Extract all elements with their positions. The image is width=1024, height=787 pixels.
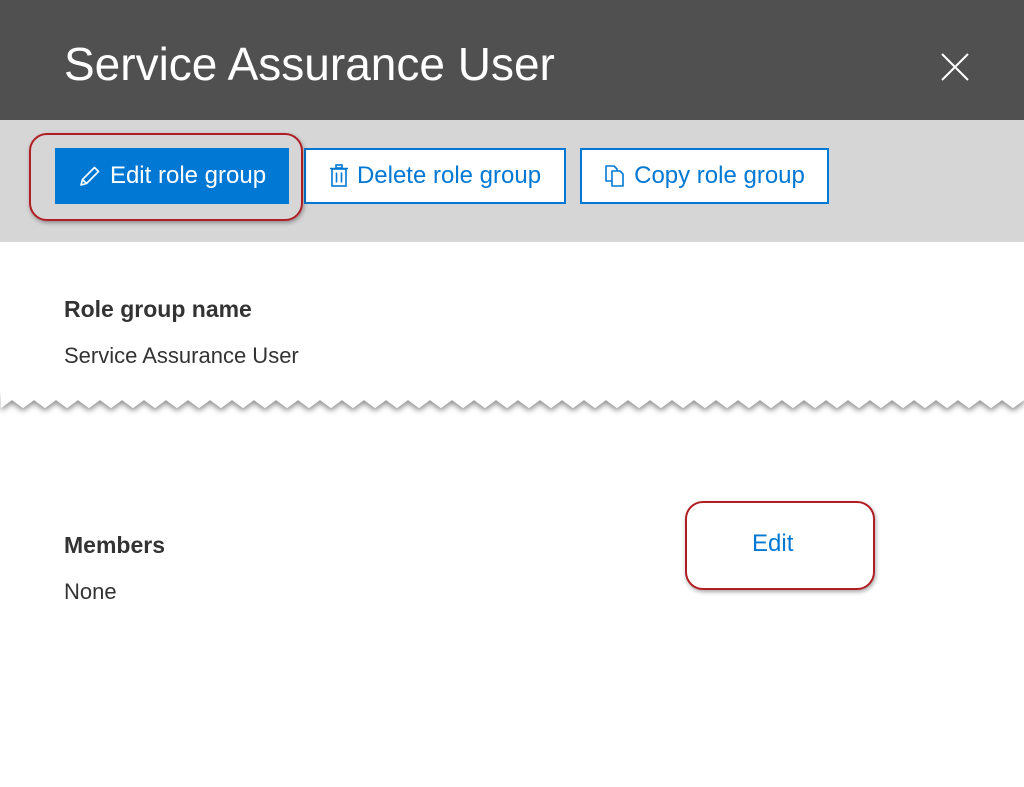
copy-role-group-label: Copy role group (634, 162, 805, 189)
role-group-name-label: Role group name (64, 296, 252, 322)
close-button[interactable] (928, 40, 982, 94)
edit-role-group-button[interactable]: Edit role group (55, 148, 289, 204)
delete-role-group-label: Delete role group (356, 162, 542, 189)
panel-header: Service Assurance User (0, 0, 1024, 120)
trash-icon (329, 164, 349, 188)
command-bar: Edit role group Delete role group Copy r… (0, 120, 1024, 242)
torn-edge-divider (0, 386, 1024, 408)
copy-role-group-button[interactable]: Copy role group (580, 148, 829, 204)
pencil-icon (78, 164, 102, 188)
edit-members-link[interactable]: Edit (752, 530, 793, 558)
role-group-name-value: Service Assurance User (64, 343, 299, 368)
delete-role-group-button[interactable]: Delete role group (304, 148, 566, 204)
edit-role-group-label: Edit role group (109, 162, 267, 189)
close-icon (941, 53, 969, 81)
copy-icon (604, 164, 626, 188)
panel-title: Service Assurance User (64, 38, 555, 90)
members-label: Members (64, 532, 165, 558)
members-value: None (64, 579, 117, 604)
